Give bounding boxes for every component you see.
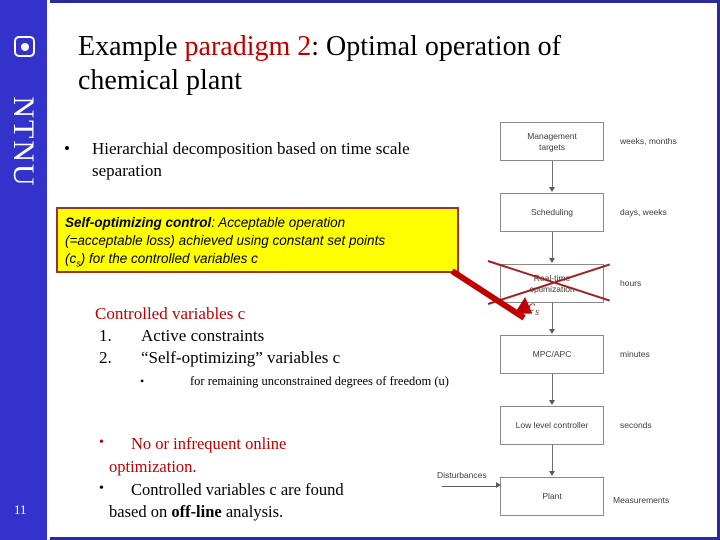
callout-line-3-post: ) for the controlled variables c (80, 251, 258, 267)
callout-line-1-rest: Acceptable operation (218, 215, 346, 230)
flow-box-low-level-controller: Low level controller (500, 406, 604, 445)
ntnu-logo-text: NTNU (7, 96, 40, 188)
bottom-bullet-1-text: No or infrequent online optimization. (109, 433, 445, 479)
bullet-hierarchical-decomposition: • Hierarchial decomposition based on tim… (64, 138, 424, 183)
setpoint-label: cs (528, 298, 539, 318)
callout-lead: Self-optimizing control (65, 215, 212, 230)
flow-box-scheduling-label: Scheduling (530, 207, 574, 218)
item-2-number: 2. (99, 348, 112, 368)
bottom-bullet-2: • Controlled variables c are found based… (85, 479, 445, 525)
flow-box-plant: Plant (500, 477, 604, 516)
flow-box-mpc-apc-label: MPC/APC (532, 349, 572, 360)
flow-box-mpc-apc: MPC/APC (500, 335, 604, 374)
item-1-number: 1. (99, 326, 112, 346)
disturbances-label: Disturbances (437, 470, 487, 480)
flow-connector-1 (552, 161, 553, 189)
bottom-bullet-2-emphasis: off-line (171, 502, 222, 522)
flow-connector-2 (552, 232, 553, 260)
item-1-label: Active constraints (141, 326, 265, 346)
self-optimizing-control-callout: Self-optimizing control: Acceptable oper… (56, 207, 459, 273)
title-accent: paradigm 2 (184, 31, 312, 62)
controlled-variables-heading: Controlled variables c (95, 304, 246, 323)
subnote-marker-icon: • (140, 374, 145, 389)
flow-time-weeks-months: weeks, months (620, 136, 677, 146)
flow-arrow-5-icon (549, 471, 555, 476)
bottom-bullet-list: • No or infrequent online optimization. … (85, 433, 445, 524)
ntnu-logo: NTNU (5, 30, 43, 190)
bottom-bullet-2-line-2: based on off-line analysis. (109, 501, 445, 524)
setpoint-label-sub: s (535, 307, 540, 319)
flow-label-measurements: Measurements (613, 495, 670, 505)
page-number: 11 (14, 502, 27, 517)
bullet-text: Hierarchial decomposition based on time … (92, 139, 410, 181)
flow-box-management-targets: Management targets (500, 122, 604, 161)
flow-box-scheduling: Scheduling (500, 193, 604, 232)
bottom-bullet-1-line-1: No or infrequent online (131, 434, 287, 453)
flow-arrow-3-icon (549, 329, 555, 334)
item-2-label: “Self-optimizing” variables c (141, 348, 341, 368)
flow-connector-3 (552, 303, 553, 331)
callout-line-3-pre: (c (65, 251, 77, 267)
callout-line-2: (=acceptable loss) achieved using consta… (65, 233, 386, 249)
flow-box-plant-label: Plant (542, 491, 562, 502)
controlled-variables-list: Controlled variables c 1. Active constra… (95, 303, 495, 391)
slide: NTNU 11 Example paradigm 2: Optimal oper… (0, 0, 720, 540)
bottom-bullet-2-marker-icon: • (99, 480, 104, 496)
controlled-variables-item-2: 2. “Self-optimizing” variables c (95, 347, 495, 369)
controlled-variables-subnote: • for remaining unconstrained degrees of… (95, 373, 495, 390)
bottom-bullet-2-line-2-pre: based on (109, 502, 172, 522)
controlled-variables-item-1: 1. Active constraints (95, 325, 495, 347)
bottom-bullet-2-text: Controlled variables c are found based o… (109, 479, 445, 525)
callout-line-1: Self-optimizing control: Acceptable oper… (65, 214, 451, 232)
flow-time-minutes: minutes (620, 349, 650, 359)
slide-top-border (0, 0, 720, 3)
title-part-1: Example (78, 31, 185, 62)
flow-time-seconds: seconds (620, 420, 652, 430)
page-title: Example paradigm 2: Optimal operation of… (78, 30, 668, 98)
flow-box-management-targets-label: Management targets (527, 130, 577, 152)
sidebar-divider (47, 0, 50, 540)
ntnu-logo-mark-icon (14, 36, 35, 57)
bottom-bullet-2-line-1: Controlled variables c are found (131, 479, 344, 499)
disturbances-arrow-line (442, 486, 498, 487)
bottom-bullet-1: • No or infrequent online optimization. (85, 433, 445, 479)
flow-arrow-1-icon (549, 187, 555, 192)
flow-connector-4 (552, 374, 553, 402)
flow-time-days-weeks: days, weeks (620, 207, 667, 217)
bottom-bullet-1-line-2: optimization. (109, 456, 197, 476)
subnote-text: for remaining unconstrained degrees of f… (190, 374, 449, 389)
flow-connector-5 (552, 445, 553, 473)
bullet-marker-icon: • (64, 139, 70, 158)
flow-arrow-4-icon (549, 400, 555, 405)
callout-line-3: (cs) for the controlled variables c (65, 250, 451, 270)
flow-box-low-level-controller-label: Low level controller (515, 420, 589, 431)
disturbances-arrow-head-icon (496, 482, 501, 488)
flow-arrow-2-icon (549, 258, 555, 263)
bottom-bullet-2-line-2-post: analysis. (221, 502, 284, 522)
flow-time-hours: hours (620, 278, 642, 288)
bottom-bullet-1-marker-icon: • (99, 435, 104, 450)
